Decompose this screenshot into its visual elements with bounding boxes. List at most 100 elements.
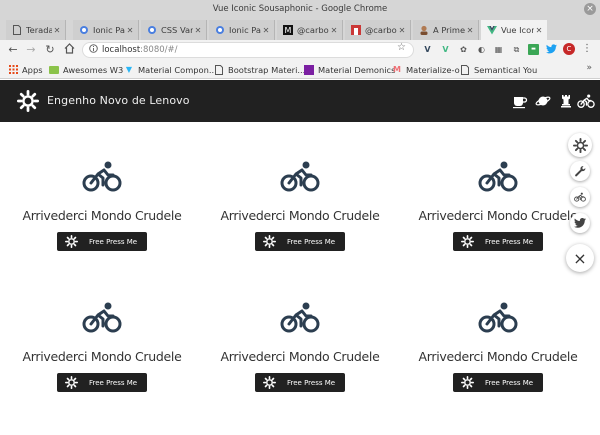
tab-strip: Teradata ✕ Ionic Pa ✕ CSS Vari ✕ Ionic P… — [0, 18, 600, 54]
bookmark-label: Awesomes W3 — [63, 64, 124, 75]
apps-grid-icon — [8, 65, 18, 75]
globe-icon — [147, 25, 157, 35]
button-label: Free Press Me — [287, 378, 336, 387]
bookmark-label: Semantical You — [474, 64, 538, 75]
bookmark-apps[interactable]: Apps — [8, 63, 43, 76]
pin-icon: ▼ — [125, 65, 133, 74]
free-press-button[interactable]: Free Press Me — [453, 232, 543, 251]
chrome-menu-icon[interactable]: ⋮ — [582, 43, 592, 54]
gear-icon — [65, 235, 78, 248]
tab-close-icon[interactable]: ✕ — [465, 26, 475, 35]
card: Arrivederci Mondo Crudele Free Press Me — [22, 301, 182, 401]
vue-ext-icon[interactable]: V — [440, 44, 451, 55]
extension-copy-icon[interactable]: ⧉ — [511, 44, 522, 55]
tab-close-icon[interactable]: ✕ — [397, 26, 407, 35]
planet-icon[interactable] — [535, 93, 551, 109]
bookmark-material-demonics[interactable]: Material Demonics — [304, 63, 395, 76]
bookmark-label: Materialize-o — [406, 64, 460, 75]
tab-label: CSS Vari — [161, 25, 193, 35]
card: Arrivederci Mondo Crudele Free Press Me — [418, 301, 578, 401]
bookmark-material-compon[interactable]: ▼ Material Compon... — [124, 63, 217, 76]
tab-a-primer[interactable]: A Primer ✕ — [413, 20, 479, 40]
forward-icon[interactable]: → — [24, 43, 38, 57]
tab-close-icon[interactable]: ✕ — [125, 26, 135, 35]
fab-close-button[interactable]: × — [566, 244, 594, 272]
card-title: Arrivederci Mondo Crudele — [418, 349, 578, 364]
twitter-ext-icon[interactable] — [546, 44, 557, 55]
bookmark-label: Material Demonics — [318, 64, 396, 75]
card-title: Arrivederci Mondo Crudele — [220, 349, 380, 364]
bicycle-icon — [82, 301, 122, 333]
extension-grid-icon[interactable]: ▦ — [493, 44, 504, 55]
tab-close-icon[interactable]: ✕ — [534, 26, 544, 35]
tab-label: A Primer — [433, 25, 465, 35]
tab-ionic-pa[interactable]: Ionic Pa ✕ — [73, 20, 139, 40]
free-press-button[interactable]: Free Press Me — [255, 232, 345, 251]
bookmark-awesomes[interactable]: Awesomes W3 — [49, 63, 123, 76]
profile-avatar[interactable]: C — [563, 43, 575, 55]
address-bar[interactable]: localhost:8080/#/ — [82, 42, 414, 58]
tab-label: Ionic Pa — [93, 25, 125, 35]
button-label: Free Press Me — [89, 237, 138, 246]
fab-twitter-button[interactable] — [570, 213, 590, 233]
tab-teradata[interactable]: Teradata ✕ — [6, 20, 66, 40]
gear-icon[interactable] — [17, 90, 39, 112]
extension-gear-icon[interactable]: ✿ — [458, 44, 469, 55]
free-press-button[interactable]: Free Press Me — [57, 373, 147, 392]
free-press-button[interactable]: Free Press Me — [57, 232, 147, 251]
tab-close-icon[interactable]: ✕ — [52, 26, 62, 35]
tab-close-icon[interactable]: ✕ — [261, 26, 271, 35]
url-host: localhost — [102, 45, 141, 55]
back-icon[interactable]: ← — [6, 43, 20, 57]
info-icon[interactable] — [89, 44, 98, 56]
button-label: Free Press Me — [485, 237, 534, 246]
fab-wrench-button[interactable] — [570, 161, 590, 181]
bicycle-icon — [478, 160, 518, 192]
tab-close-icon[interactable]: ✕ — [329, 26, 339, 35]
card: Arrivederci Mondo Crudele Free Press Me — [22, 160, 182, 260]
purple-square-icon — [304, 64, 314, 75]
bookmarks-overflow-icon[interactable]: » — [586, 63, 592, 73]
bookmark-materialize[interactable]: M Materialize-o — [392, 63, 460, 76]
extension-green-icon[interactable]: ▬ — [528, 44, 539, 55]
window-titlebar: Vue Iconic Sousaphonic - Google Chrome × — [0, 0, 600, 18]
tab-ionic-pa-2[interactable]: Ionic Pa ✕ — [209, 20, 275, 40]
globe-icon — [79, 25, 89, 35]
button-label: Free Press Me — [89, 378, 138, 387]
tab-carbon-npm[interactable]: @carbon ✕ — [345, 20, 411, 40]
tab-carbon-medium[interactable]: M @carbon ✕ — [277, 20, 343, 40]
home-icon[interactable] — [62, 43, 76, 57]
person-icon — [419, 25, 429, 35]
globe-icon — [215, 25, 225, 35]
bookmark-label: Apps — [22, 64, 43, 75]
tab-css-vari[interactable]: CSS Vari ✕ — [141, 20, 207, 40]
page-icon — [12, 25, 22, 35]
fab-bicycle-button[interactable] — [570, 187, 590, 207]
medium-icon: M — [283, 25, 293, 35]
chess-rook-icon[interactable] — [558, 93, 574, 109]
free-press-button[interactable]: Free Press Me — [453, 373, 543, 392]
tab-close-icon[interactable]: ✕ — [193, 26, 203, 35]
bookmark-label: Material Compon... — [138, 64, 217, 75]
card: Arrivederci Mondo Crudele Free Press Me — [220, 160, 380, 260]
card-title: Arrivederci Mondo Crudele — [22, 208, 182, 223]
wrench-icon — [575, 166, 586, 177]
fab-gear-button[interactable] — [568, 133, 592, 157]
tab-vue-icon[interactable]: Vue Icon ✕ — [481, 20, 547, 40]
svg-text:M: M — [285, 26, 292, 35]
bicycle-icon — [280, 160, 320, 192]
gear-icon — [461, 235, 474, 248]
bicycle-icon[interactable] — [577, 93, 595, 109]
bookmark-bootstrap[interactable]: Bootstrap Materi... — [214, 63, 305, 76]
bookmark-star-icon[interactable]: ☆ — [397, 42, 406, 53]
free-press-button[interactable]: Free Press Me — [255, 373, 345, 392]
extension-disc-icon[interactable]: ◐ — [476, 44, 487, 55]
vue-devtools-icon[interactable]: V — [422, 44, 433, 55]
tab-label: @carbon — [297, 25, 329, 35]
bookmark-semantical[interactable]: Semantical You — [460, 63, 537, 76]
coffee-icon[interactable] — [512, 93, 528, 109]
app-title: Engenho Novo de Lenovo — [47, 94, 190, 107]
materialize-icon: M — [393, 65, 401, 74]
reload-icon[interactable]: ↻ — [43, 43, 57, 57]
window-close-icon[interactable]: × — [584, 3, 596, 15]
